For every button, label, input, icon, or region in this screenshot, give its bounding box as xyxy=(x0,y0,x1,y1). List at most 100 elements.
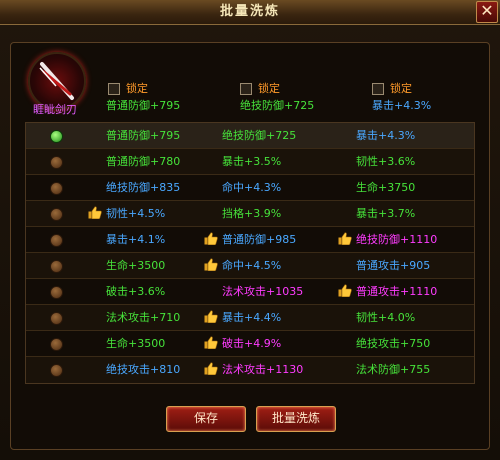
attr-text: 绝技防御+835 xyxy=(106,181,181,194)
current-attr-3: 暴击+4.3% xyxy=(372,99,432,112)
attr-text: 绝技防御+1110 xyxy=(356,233,438,246)
attr-cell: 绝技防御+835 xyxy=(106,175,180,201)
thumbs-up-icon xyxy=(338,232,352,245)
attr-text: 韧性+4.5% xyxy=(106,207,166,220)
attr-cell: 法术攻击+1035 xyxy=(222,279,303,305)
attr-cell: 生命+3750 xyxy=(356,175,415,201)
close-button[interactable]: ✕ xyxy=(476,1,498,23)
attr-cell: 韧性+4.0% xyxy=(356,305,415,331)
attr-cell: 生命+3500 xyxy=(106,331,165,357)
attr-text: 普通攻击+905 xyxy=(356,259,431,272)
thumbs-up-icon xyxy=(204,336,218,349)
attr-text: 普通防御+795 xyxy=(106,129,181,142)
attr-text: 法术攻击+710 xyxy=(106,311,181,324)
weapon-name: 睚眦剑刃 xyxy=(33,103,77,116)
result-radio[interactable] xyxy=(50,234,63,247)
current-attr-1: 普通防御+795 xyxy=(106,99,181,112)
result-radio[interactable] xyxy=(50,208,63,221)
attr-text: 破击+4.9% xyxy=(222,337,282,350)
attr-cell: 法术攻击+1130 xyxy=(204,357,303,383)
result-row[interactable]: 普通防御+795 绝技防御+725 暴击+4.3% xyxy=(26,123,474,149)
attr-text: 生命+3500 xyxy=(106,259,166,272)
result-radio[interactable] xyxy=(50,156,63,169)
thumbs-up-icon xyxy=(204,310,218,323)
attr-cell: 暴击+3.5% xyxy=(222,149,281,175)
lock-label: 锁定 xyxy=(258,82,280,95)
attr-cell: 暴击+4.1% xyxy=(106,227,165,253)
attr-cell: 韧性+4.5% xyxy=(88,201,165,227)
attr-text: 暴击+4.3% xyxy=(356,129,416,142)
thumbs-up-icon xyxy=(204,362,218,375)
lock-checkbox-1[interactable]: 锁定 xyxy=(108,82,148,96)
attr-cell: 普通攻击+1110 xyxy=(338,279,437,305)
checkbox-icon xyxy=(372,83,384,95)
attr-text: 破击+3.6% xyxy=(106,285,166,298)
attr-text: 韧性+4.0% xyxy=(356,311,416,324)
attr-text: 韧性+3.6% xyxy=(356,155,416,168)
result-row[interactable]: 生命+3500 命中+4.5% 普通攻击+905 xyxy=(26,253,474,279)
attr-cell: 挡格+3.9% xyxy=(222,201,281,227)
result-radio[interactable] xyxy=(50,260,63,273)
batch-refine-button[interactable]: 批量洗炼 xyxy=(256,406,336,432)
attr-cell: 暴击+3.7% xyxy=(356,201,415,227)
attr-cell: 命中+4.5% xyxy=(204,253,281,279)
attr-text: 暴击+3.7% xyxy=(356,207,416,220)
attr-cell: 绝技防御+1110 xyxy=(338,227,437,253)
result-radio[interactable] xyxy=(50,286,63,299)
lock-label: 锁定 xyxy=(390,82,412,95)
result-radio[interactable] xyxy=(50,182,63,195)
attr-text: 绝技攻击+810 xyxy=(106,363,181,376)
result-row[interactable]: 韧性+4.5% 挡格+3.9% 暴击+3.7% xyxy=(26,201,474,227)
thumbs-up-icon xyxy=(204,258,218,271)
attr-text: 绝技防御+725 xyxy=(222,129,297,142)
lock-checkbox-3[interactable]: 锁定 xyxy=(372,82,412,96)
attr-text: 法术防御+755 xyxy=(356,363,431,376)
attr-cell: 绝技攻击+810 xyxy=(106,357,180,383)
attr-cell: 生命+3500 xyxy=(106,253,165,279)
attr-text: 生命+3500 xyxy=(106,337,166,350)
refine-results-table: 普通防御+795 绝技防御+725 暴击+4.3% 普通防御+780 暴击+3.5% 韧性… xyxy=(25,122,475,384)
attr-text: 普通攻击+1110 xyxy=(356,285,438,298)
attr-cell: 普通防御+795 xyxy=(106,123,180,149)
save-button[interactable]: 保存 xyxy=(166,406,246,432)
result-row[interactable]: 法术攻击+710 暴击+4.4% 韧性+4.0% xyxy=(26,305,474,331)
checkbox-icon xyxy=(108,83,120,95)
attr-cell: 法术防御+755 xyxy=(356,357,430,383)
checkbox-icon xyxy=(240,83,252,95)
attr-cell: 绝技防御+725 xyxy=(222,123,296,149)
attr-text: 法术攻击+1130 xyxy=(222,363,304,376)
result-radio[interactable] xyxy=(50,130,63,143)
result-row[interactable]: 破击+3.6% 法术攻击+1035 普通攻击+1110 xyxy=(26,279,474,305)
attr-text: 绝技攻击+750 xyxy=(356,337,431,350)
result-row[interactable]: 生命+3500 破击+4.9% 绝技攻击+750 xyxy=(26,331,474,357)
attr-cell: 破击+3.6% xyxy=(106,279,165,305)
attr-cell: 普通攻击+905 xyxy=(356,253,430,279)
lock-checkbox-2[interactable]: 锁定 xyxy=(240,82,280,96)
attr-cell: 绝技攻击+750 xyxy=(356,331,430,357)
result-row[interactable]: 普通防御+780 暴击+3.5% 韧性+3.6% xyxy=(26,149,474,175)
attr-text: 暴击+4.4% xyxy=(222,311,282,324)
attr-cell: 命中+4.3% xyxy=(222,175,281,201)
attr-text: 命中+4.3% xyxy=(222,181,282,194)
attr-cell: 普通防御+780 xyxy=(106,149,180,175)
attr-text: 普通防御+780 xyxy=(106,155,181,168)
result-row[interactable]: 暴击+4.1% 普通防御+985 绝技防御+1110 xyxy=(26,227,474,253)
thumbs-up-icon xyxy=(88,206,102,219)
attr-cell: 暴击+4.4% xyxy=(204,305,281,331)
result-row[interactable]: 绝技攻击+810 法术攻击+1130 法术防御+755 xyxy=(26,357,474,383)
attr-cell: 法术攻击+710 xyxy=(106,305,180,331)
thumbs-up-icon xyxy=(338,284,352,297)
attr-text: 生命+3750 xyxy=(356,181,416,194)
result-radio[interactable] xyxy=(50,338,63,351)
attr-cell: 韧性+3.6% xyxy=(356,149,415,175)
result-row[interactable]: 绝技防御+835 命中+4.3% 生命+3750 xyxy=(26,175,474,201)
attr-text: 普通防御+985 xyxy=(222,233,297,246)
attr-text: 暴击+3.5% xyxy=(222,155,282,168)
attr-text: 命中+4.5% xyxy=(222,259,282,272)
result-radio[interactable] xyxy=(50,312,63,325)
thumbs-up-icon xyxy=(204,232,218,245)
attr-text: 暴击+4.1% xyxy=(106,233,166,246)
attr-text: 法术攻击+1035 xyxy=(222,285,304,298)
attr-cell: 普通防御+985 xyxy=(204,227,296,253)
result-radio[interactable] xyxy=(50,364,63,377)
